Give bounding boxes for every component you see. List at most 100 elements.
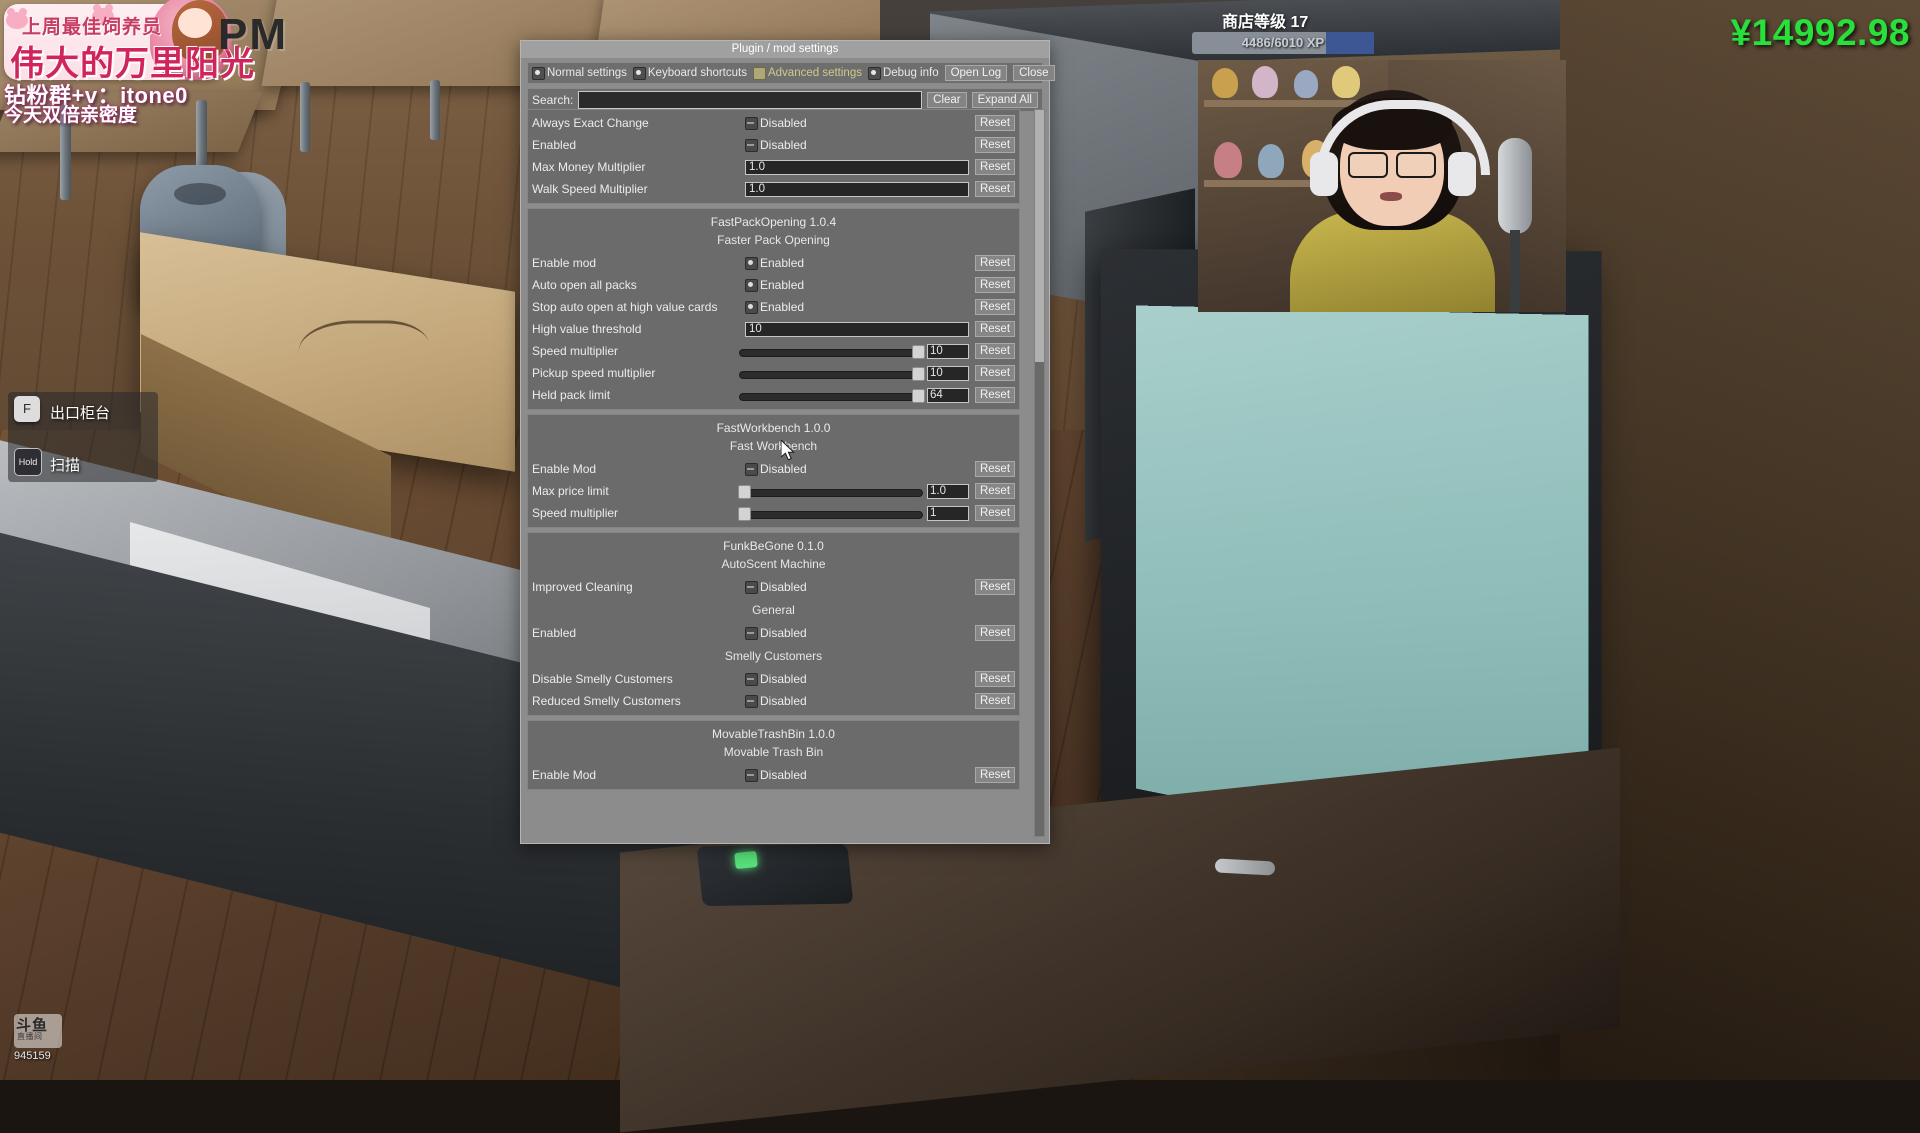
tab-debug-info[interactable]: Debug info — [868, 67, 939, 80]
search-label: Search: — [532, 93, 573, 107]
reset-button[interactable]: Reset — [975, 461, 1015, 477]
checkbox-state-label: Disabled — [760, 694, 807, 708]
slider-value-input[interactable] — [927, 484, 969, 499]
window-scrollbar-thumb[interactable] — [1035, 110, 1044, 362]
clear-button[interactable]: Clear — [927, 92, 966, 108]
setting-text-input[interactable] — [745, 322, 969, 337]
setting-text-input[interactable] — [745, 160, 969, 175]
settings-group-fastworkbench: FastWorkbench 1.0.0Fast WorkbenchEnable … — [527, 414, 1020, 528]
setting-checkbox[interactable]: Enabled — [745, 300, 804, 314]
reset-button[interactable]: Reset — [975, 159, 1015, 175]
radio-icon — [532, 67, 545, 80]
slider-value-input[interactable] — [927, 366, 969, 381]
reset-button[interactable]: Reset — [975, 299, 1015, 315]
reset-button[interactable]: Reset — [975, 579, 1015, 595]
webcam-feed — [1198, 60, 1566, 312]
search-input[interactable] — [578, 91, 922, 109]
settings-group-top-group: Always Exact ChangeDisabledResetEnabledD… — [527, 109, 1020, 204]
setting-row: Speed multiplierReset — [528, 502, 1019, 524]
reset-button[interactable]: Reset — [975, 137, 1015, 153]
microphone-stand — [1510, 230, 1520, 312]
setting-control: Disabled Reset — [745, 461, 1017, 477]
window-titlebar[interactable]: Plugin / mod settings — [521, 41, 1049, 59]
setting-control: Reset — [739, 505, 1017, 521]
group-title: FunkBeGone 0.1.0 — [528, 535, 1019, 555]
shelf-figure — [1214, 142, 1242, 178]
slider-track — [739, 511, 923, 519]
plugin-settings-window[interactable]: Plugin / mod settings Normal settings Ke… — [520, 40, 1050, 844]
slider-knob[interactable] — [738, 485, 751, 499]
expand-all-button[interactable]: Expand All — [972, 92, 1038, 108]
setting-checkbox[interactable]: Enabled — [745, 278, 804, 292]
tab-advanced-settings[interactable]: Advanced settings — [753, 67, 862, 80]
section-header: Smelly Customers — [528, 644, 1019, 668]
slider-wrap — [739, 388, 969, 403]
slider-knob[interactable] — [912, 345, 925, 359]
close-button[interactable]: Close — [1013, 65, 1054, 81]
checkbox-state-label: Enabled — [760, 278, 804, 292]
shelf-figure — [1294, 70, 1318, 98]
setting-checkbox[interactable]: Disabled — [745, 694, 807, 708]
checkbox-wrap: Disabled — [745, 626, 969, 640]
tab-advanced-settings-label: Advanced settings — [768, 67, 862, 79]
setting-checkbox[interactable]: Disabled — [745, 580, 807, 594]
reset-button[interactable]: Reset — [975, 277, 1015, 293]
setting-checkbox[interactable]: Enabled — [745, 256, 804, 270]
tab-normal-settings[interactable]: Normal settings — [532, 67, 627, 80]
reset-button[interactable]: Reset — [975, 483, 1015, 499]
setting-checkbox[interactable]: Disabled — [745, 138, 807, 152]
slider-value-input[interactable] — [927, 506, 969, 521]
reset-button[interactable]: Reset — [975, 181, 1015, 197]
open-log-button[interactable]: Open Log — [945, 65, 1008, 81]
setting-slider[interactable] — [739, 484, 923, 498]
setting-label: Max price limit — [532, 484, 739, 498]
setting-slider[interactable] — [739, 506, 923, 520]
slider-wrap — [739, 506, 969, 521]
reset-button[interactable]: Reset — [975, 387, 1015, 403]
phone-object — [697, 844, 854, 906]
setting-checkbox[interactable]: Disabled — [745, 626, 807, 640]
window-toolbar: Normal settings Keyboard shortcuts Advan… — [527, 62, 1043, 84]
reset-button[interactable]: Reset — [975, 365, 1015, 381]
setting-slider[interactable] — [739, 344, 923, 358]
checkbox-unchecked-icon — [745, 463, 758, 476]
setting-control: Disabled Reset — [745, 671, 1017, 687]
stream-watermark: 斗鱼 直播间 945159 — [14, 1014, 68, 1064]
settings-groups: Always Exact ChangeDisabledResetEnabledD… — [527, 109, 1020, 790]
reset-button[interactable]: Reset — [975, 255, 1015, 271]
window-scrollbar[interactable] — [1034, 109, 1045, 837]
reset-button[interactable]: Reset — [975, 625, 1015, 641]
setting-row: Enable ModDisabledReset — [528, 764, 1019, 786]
reset-button[interactable]: Reset — [975, 343, 1015, 359]
slider-value-input[interactable] — [927, 344, 969, 359]
reset-button[interactable]: Reset — [975, 767, 1015, 783]
money-counter: ¥14992.98 — [1731, 12, 1910, 54]
settings-group-funkbegone: FunkBeGone 0.1.0AutoScent MachineImprove… — [527, 532, 1020, 716]
setting-checkbox[interactable]: Disabled — [745, 672, 807, 686]
slider-knob[interactable] — [912, 389, 925, 403]
reset-button[interactable]: Reset — [975, 321, 1015, 337]
setting-checkbox[interactable]: Disabled — [745, 116, 807, 130]
slider-knob[interactable] — [738, 507, 751, 521]
setting-label: Always Exact Change — [532, 116, 745, 130]
setting-checkbox[interactable]: Disabled — [745, 462, 807, 476]
tab-keyboard-shortcuts[interactable]: Keyboard shortcuts — [633, 67, 747, 80]
group-subtitle: Fast Workbench — [528, 437, 1019, 458]
slider-value-input[interactable] — [927, 388, 969, 403]
phone-screen-led — [734, 851, 758, 869]
setting-text-input[interactable] — [745, 182, 969, 197]
shelf-figure — [1332, 66, 1360, 98]
setting-label: Stop auto open at high value cards — [532, 300, 745, 314]
reset-button[interactable]: Reset — [975, 505, 1015, 521]
slider-knob[interactable] — [912, 367, 925, 381]
group-subtitle: Faster Pack Opening — [528, 231, 1019, 252]
setting-slider[interactable] — [739, 388, 923, 402]
reset-button[interactable]: Reset — [975, 693, 1015, 709]
setting-slider[interactable] — [739, 366, 923, 380]
setting-control: Disabled Reset — [745, 625, 1017, 641]
reset-button[interactable]: Reset — [975, 671, 1015, 687]
setting-row: Speed multiplierReset — [528, 340, 1019, 362]
setting-checkbox[interactable]: Disabled — [745, 768, 807, 782]
setting-row: Pickup speed multiplierReset — [528, 362, 1019, 384]
reset-button[interactable]: Reset — [975, 115, 1015, 131]
